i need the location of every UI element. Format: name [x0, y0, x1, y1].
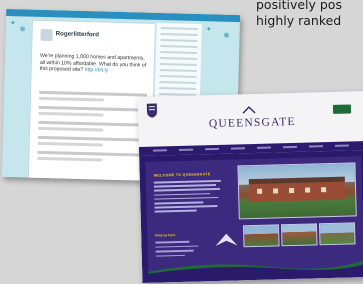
- bird-icon: ❃: [19, 26, 26, 34]
- thumbnail-image[interactable]: [318, 222, 356, 246]
- nav-item[interactable]: [282, 145, 297, 149]
- queensgate-page-screenshot: QUEENSGATE WELCOME TO QUEENSGATE Find us…: [137, 91, 363, 283]
- profile-handle: Rogerlitterford: [55, 30, 99, 39]
- list-item: [38, 111, 104, 117]
- nav-item[interactable]: [256, 146, 271, 149]
- list-item: [37, 135, 146, 142]
- bird-icon: ❃: [223, 32, 230, 40]
- tweet-link[interactable]: http://bit.ly: [85, 67, 109, 74]
- partner-badge-icon: [332, 104, 352, 114]
- nav-item[interactable]: [178, 148, 194, 151]
- list-item: [38, 126, 103, 132]
- nav-item[interactable]: [230, 147, 246, 150]
- nav-item[interactable]: [204, 147, 220, 151]
- list-item: [37, 150, 146, 157]
- find-us-heading: Find us here: [155, 233, 176, 238]
- crest-icon: [146, 103, 157, 118]
- nav-item[interactable]: [152, 149, 168, 152]
- list-item: [38, 105, 147, 112]
- list-item: [37, 156, 103, 162]
- arrow-logo-icon: [215, 233, 238, 247]
- tweet-list: [37, 90, 148, 169]
- thumbnail-image[interactable]: [242, 224, 280, 248]
- page-canvas: positively pos highly ranked ✦ ❃ ✦ ❃ ✦ ❃…: [0, 0, 363, 284]
- nav-item[interactable]: [334, 144, 349, 147]
- site-body: WELCOME TO QUEENSGATE Find us here: [139, 150, 363, 283]
- list-item: [39, 90, 148, 97]
- tweet-text: We're planning 1,000 homes and apartment…: [40, 53, 148, 76]
- avatar: [40, 28, 53, 42]
- bird-icon: ✦: [9, 20, 16, 28]
- list-item: [38, 96, 104, 102]
- welcome-text: [153, 179, 225, 215]
- list-item: [37, 141, 103, 147]
- content-panel: WELCOME TO QUEENSGATE Find us here: [145, 156, 363, 276]
- contact-details: [155, 240, 203, 260]
- site-title: QUEENSGATE: [208, 115, 296, 131]
- nav-item[interactable]: [308, 145, 323, 148]
- roof-logo-icon: [242, 106, 256, 114]
- thumbnail-image[interactable]: [280, 223, 318, 247]
- development-photo: [237, 162, 357, 220]
- twitter-timeline: Rogerlitterford We're planning 1,000 hom…: [27, 19, 156, 184]
- caption-text: positively pos highly ranked: [256, 0, 342, 29]
- caption-line-2: highly ranked: [256, 13, 342, 28]
- welcome-heading: WELCOME TO QUEENSGATE: [153, 172, 211, 178]
- list-item: [38, 120, 147, 127]
- bird-icon: ✦: [205, 26, 212, 34]
- caption-line-1: positively pos: [256, 0, 342, 12]
